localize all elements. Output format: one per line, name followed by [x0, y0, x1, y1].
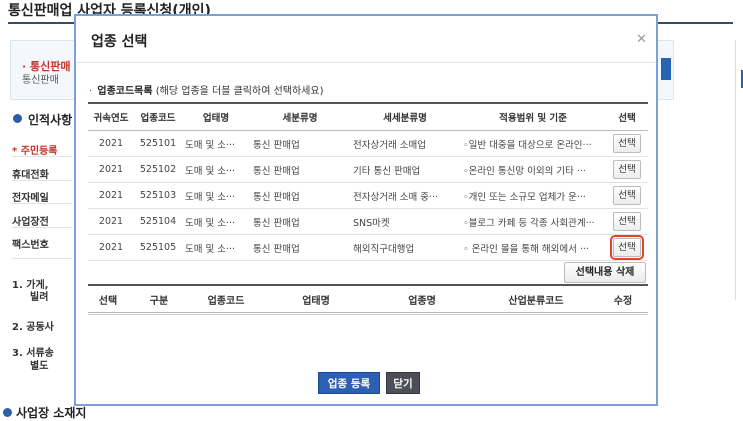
cell-subclass: 통신 판매업 — [250, 208, 350, 235]
col-header-subclass: 세분류명 — [250, 102, 350, 131]
code-list-title: 업종코드목록 — [97, 86, 153, 97]
cell-subclass: 통신 판매업 — [250, 130, 350, 157]
cell-subclass: 통신 판매업 — [250, 234, 350, 261]
cell-type: 도매 및 소··· — [182, 156, 250, 183]
cell-scope: ◦일반 대중을 대상으로 온라인··· — [460, 130, 606, 157]
cell-type: 도매 및 소··· — [182, 130, 250, 157]
cell-subclass: 통신 판매업 — [250, 182, 350, 209]
table-row[interactable]: 2021 525102 도매 및 소··· 통신 판매업 기타 통신 판매업 ◦… — [88, 156, 648, 183]
col-header-select: 선택 — [606, 102, 648, 131]
section-business-title: 사업장 소재지 — [16, 406, 87, 420]
col-header-subsubclass: 세세분류명 — [350, 102, 460, 131]
form-row-label: 휴대전화 — [12, 170, 49, 181]
empty-row — [88, 312, 648, 315]
cell-code: 525105 — [134, 234, 182, 261]
cell-scope: ◦ 온라인 몰을 통해 해외에서 ··· — [460, 234, 606, 261]
delete-selection-button[interactable]: 선택내용 삭제 — [564, 262, 646, 283]
table-row[interactable]: 2021 525104 도매 및 소··· 통신 판매업 SNS마켓 ◦블로그 … — [88, 208, 648, 235]
info-action-button[interactable] — [661, 58, 671, 80]
cell-code: 525102 — [134, 156, 182, 183]
cell-year: 2021 — [88, 182, 134, 209]
table-row[interactable]: 2021 525103 도매 및 소··· 통신 판매업 전자상거래 소매 중·… — [88, 182, 648, 209]
col-header-category: 구분 — [128, 284, 190, 313]
select-button[interactable]: 선택 — [613, 160, 641, 179]
bullet-icon: · — [89, 86, 93, 97]
cell-subsubclass: 전자상거래 소매업 — [350, 130, 460, 157]
close-button[interactable]: 닫기 — [386, 372, 420, 394]
cell-scope: ◦개인 또는 소규모 업체가 운··· — [460, 182, 606, 209]
col-header-type: 업태명 — [262, 284, 370, 313]
cell-subsubclass: 기타 통신 판매업 — [350, 156, 460, 183]
cell-code: 525104 — [134, 208, 182, 235]
col-header-edit: 수정 — [598, 284, 648, 313]
cell-year: 2021 — [88, 234, 134, 261]
select-button[interactable]: 선택 — [613, 134, 641, 153]
cell-type: 도매 및 소··· — [182, 182, 250, 209]
notice-item: 2. 공동사 — [12, 322, 54, 333]
col-header-scope: 적용범위 및 기준 — [460, 102, 606, 131]
cell-year: 2021 — [88, 156, 134, 183]
cell-scope: ◦온라인 통신망 이외의 기타 ··· — [460, 156, 606, 183]
register-industry-button[interactable]: 업종 등록 — [318, 372, 380, 394]
section-person-title: 인적사항 — [28, 113, 73, 127]
cell-subsubclass: 전자상거래 소매 중··· — [350, 182, 460, 209]
cell-code: 525101 — [134, 130, 182, 157]
cell-subsubclass: SNS마켓 — [350, 208, 460, 235]
cell-type: 도매 및 소··· — [182, 234, 250, 261]
close-icon[interactable]: ✕ — [636, 32, 647, 47]
cell-code: 525103 — [134, 182, 182, 209]
modal-title: 업종 선택 — [91, 34, 148, 50]
row-divider — [12, 180, 72, 181]
form-row-label: 팩스번호 — [12, 240, 49, 251]
cell-subsubclass: 해외직구대행업 — [350, 234, 460, 261]
cell-year: 2021 — [88, 208, 134, 235]
row-divider — [12, 227, 72, 228]
col-header-type: 업태명 — [182, 102, 250, 131]
cell-subclass: 통신 판매업 — [250, 156, 350, 183]
code-list-hint: (해당 업종을 더블 클릭하여 선택하세요) — [155, 86, 324, 97]
industry-select-modal: 업종 선택 ✕ · 업종코드목록 (해당 업종을 더블 클릭하여 선택하세요) … — [74, 14, 658, 406]
table-row[interactable]: 2021 525101 도매 및 소··· 통신 판매업 전자상거래 소매업 ◦… — [88, 130, 648, 157]
table-row[interactable]: 2021 525105 도매 및 소··· 통신 판매업 해외직구대행업 ◦ 온… — [88, 234, 648, 261]
col-header-code: 업종코드 — [190, 284, 262, 313]
form-row-label: 전자메일 — [12, 193, 49, 204]
col-header-code: 업종코드 — [134, 102, 182, 131]
form-row-label: 사업장전 — [12, 217, 49, 228]
selected-industry-table: 선택 구분 업종코드 업태명 업종명 산업분류코드 수정 — [88, 284, 648, 315]
industry-code-table: 귀속연도 업종코드 업태명 세분류명 세세분류명 적용범위 및 기준 선택 20… — [88, 102, 648, 261]
cell-scope: ◦블로그 카페 등 각종 사회관계··· — [460, 208, 606, 235]
col-header-industry-name: 업종명 — [370, 284, 474, 313]
row-divider — [12, 156, 72, 157]
info-text: 통신판매 — [22, 75, 59, 86]
col-header-year: 귀속연도 — [88, 102, 134, 131]
row-divider — [12, 258, 72, 259]
modal-header-divider — [76, 62, 656, 63]
select-button-highlighted[interactable]: 선택 — [610, 235, 644, 260]
code-list-caption: · 업종코드목록 (해당 업종을 더블 클릭하여 선택하세요) — [89, 82, 323, 97]
col-header-select: 선택 — [88, 284, 128, 313]
cell-type: 도매 및 소··· — [182, 208, 250, 235]
select-button[interactable]: 선택 — [613, 212, 641, 231]
select-button[interactable]: 선택 — [613, 186, 641, 205]
row-divider — [12, 203, 72, 204]
cell-year: 2021 — [88, 130, 134, 157]
section-bullet-icon — [13, 114, 22, 123]
form-row-label: * 주민등록 — [12, 146, 58, 157]
col-header-industry-class-code: 산업분류코드 — [474, 284, 598, 313]
